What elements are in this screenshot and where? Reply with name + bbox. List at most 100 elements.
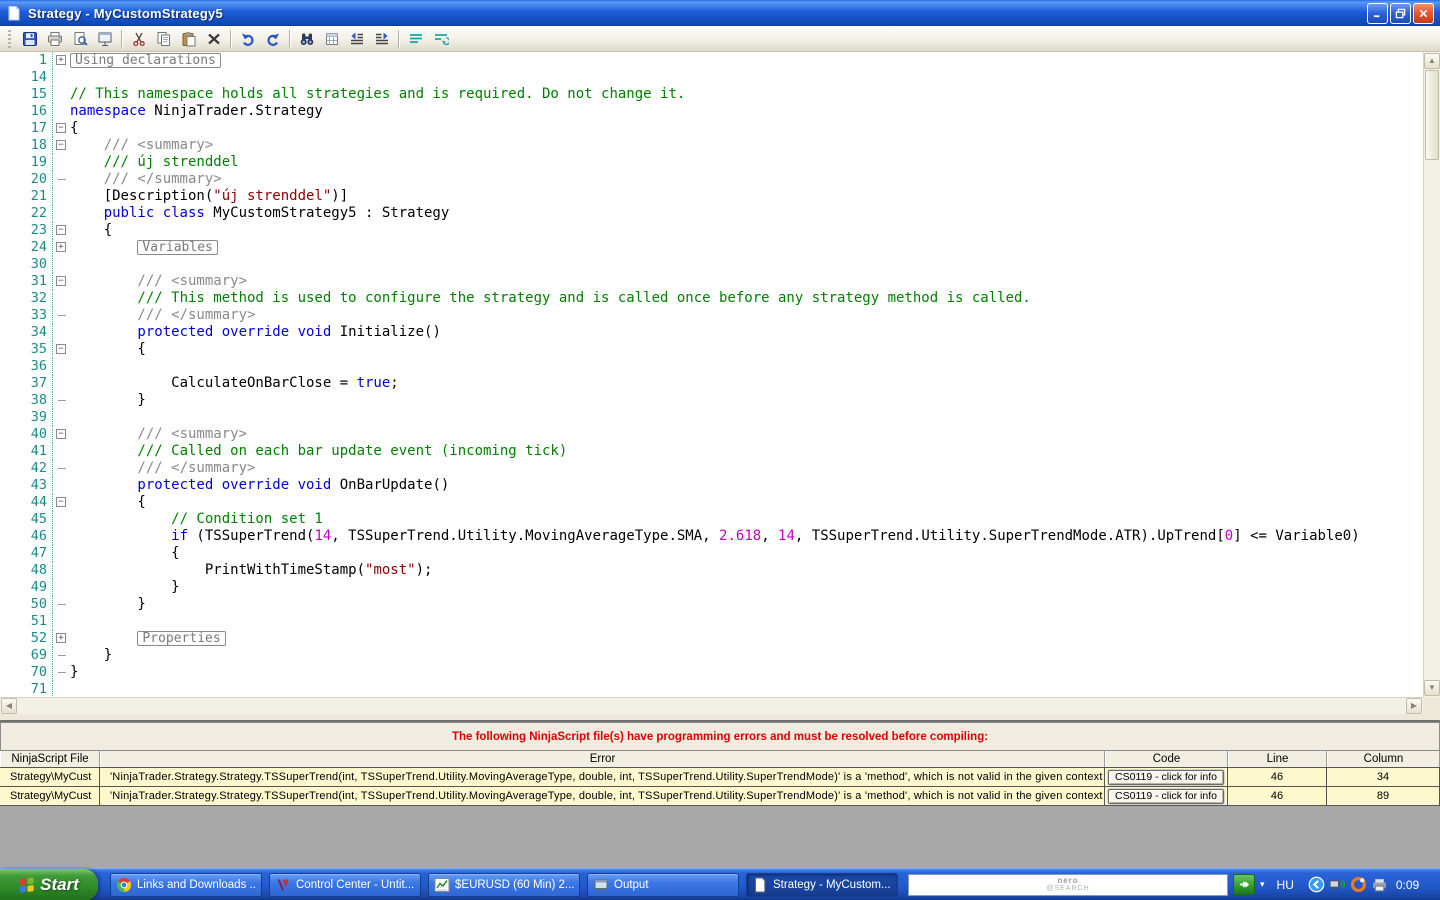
horizontal-scrollbar[interactable]: ◀ ▶ [0,697,1423,714]
code-line: 19 /// új strenddel [0,154,1423,171]
copy-button[interactable] [151,28,176,50]
fold-collapse-icon[interactable]: − [52,494,70,511]
error-line-cell: 46 [1228,768,1327,786]
find-button[interactable] [294,28,319,50]
fold-gutter [52,188,70,205]
clock[interactable]: 0:09 [1396,878,1431,892]
paste-button[interactable] [176,28,201,50]
vertical-scroll-thumb[interactable] [1425,70,1439,160]
taskbar-task[interactable]: Control Center - Untit... [269,872,421,897]
nero-agent-icon[interactable] [1350,876,1367,893]
outdent-button[interactable] [344,28,369,50]
fold-gutter [52,375,70,392]
code-text: /// Called on each bar update event (inc… [137,443,568,459]
code-text: [Description("új strenddel")] [103,188,349,204]
collapsed-region[interactable]: Using declarations [70,53,221,68]
fold-collapse-icon[interactable]: − [52,222,70,239]
line-number: 33 [30,307,47,323]
toolbar-grip[interactable] [8,29,11,48]
toolbar-buttons [17,28,453,50]
fold-collapse-icon[interactable]: − [52,273,70,290]
fold-expand-icon[interactable]: + [52,239,70,256]
fold-collapse-icon[interactable]: − [52,426,70,443]
fold-gutter [52,154,70,171]
error-code-button[interactable]: CS0119 - click for info [1108,769,1224,785]
delete-button[interactable] [201,28,226,50]
fold-gutter [52,511,70,528]
taskbar-task[interactable]: Output [587,872,739,897]
code-line: 37 CalculateOnBarClose = true; [0,375,1423,392]
error-code-cell: CS0119 - click for info [1105,768,1228,786]
search-go-button[interactable] [1233,874,1255,895]
code-line: 36 [0,358,1423,375]
fold-collapse-icon[interactable]: − [52,120,70,137]
undo-button[interactable] [235,28,260,50]
printer-icon[interactable] [1371,876,1388,893]
line-number: 42 [30,460,47,476]
fold-collapse-icon[interactable]: − [52,137,70,154]
cut-button[interactable] [126,28,151,50]
panel-splitter[interactable] [0,714,1440,722]
goto-line-button[interactable] [403,28,428,50]
column-header: Column [1327,751,1440,767]
fold-expand-icon[interactable]: + [52,630,70,647]
scroll-down-icon[interactable]: ▼ [1424,680,1440,696]
tray-icons [1308,876,1388,893]
line-number: 22 [30,205,47,221]
minimize-button[interactable] [1367,2,1388,24]
line-number: 24 [30,239,47,255]
toolbar-separator [398,29,399,48]
print-button[interactable] [42,28,67,50]
error-row[interactable]: Strategy\MyCust 'NinjaTrader.Strategy.Str… [0,768,1440,787]
scroll-left-icon[interactable]: ◀ [1,698,17,714]
close-button[interactable] [1413,2,1434,24]
output-window-icon [97,31,113,47]
fold-collapse-icon[interactable]: − [52,341,70,358]
indent-button[interactable] [369,28,394,50]
print-preview-button[interactable] [67,28,92,50]
copy-icon [156,31,172,47]
vertical-scrollbar[interactable]: ▲ ▼ [1423,52,1440,697]
code-text: /// This method is used to configure the… [137,290,1031,306]
output-window-button[interactable] [92,28,117,50]
collapsed-region[interactable]: Properties [137,631,226,646]
taskbar-task[interactable]: Links and Downloads ... [110,872,262,897]
indent-icon [374,31,390,47]
search-options-caret[interactable]: ▾ [1260,879,1265,890]
volume-icon[interactable] [1329,876,1346,893]
scrollbar-corner [1423,697,1440,714]
code-editor[interactable]: 1 + Using declarations 14 15// This namespac… [0,52,1440,714]
uncomment-button[interactable] [428,28,453,50]
code-line: 15 // This namespace holds all strategies… [0,86,1423,103]
scroll-up-icon[interactable]: ▲ [1424,53,1440,69]
taskbar-task[interactable]: Strategy - MyCustom... [746,872,898,897]
line-number: 48 [30,562,47,578]
fold-expand-icon[interactable]: + [52,52,70,69]
start-button[interactable]: Start [0,868,98,900]
fold-gutter [52,477,70,494]
search-input[interactable]: nero @SEARCH [908,873,1228,896]
code-line: 24 + Variables [0,239,1423,256]
save-button[interactable] [17,28,42,50]
hide-icons-icon[interactable] [1308,876,1325,893]
code-text: protected override void Initialize() [137,324,441,340]
code-line: 31− /// <summary> [0,273,1423,290]
line-number: 38 [30,392,47,408]
restore-button[interactable] [1390,2,1411,24]
error-row[interactable]: Strategy\MyCust 'NinjaTrader.Strategy.Str… [0,787,1440,806]
code-text: { [70,120,79,136]
insert-special-button[interactable] [319,28,344,50]
line-number: 36 [30,358,47,374]
scroll-right-icon[interactable]: ▶ [1406,698,1422,714]
error-code-button[interactable]: CS0119 - click for info [1108,788,1224,804]
line-number: 71 [30,681,47,697]
chrome-icon [116,877,132,893]
taskbar-task[interactable]: $EURUSD (60 Min) 2... [428,872,580,897]
language-indicator[interactable]: HU [1277,878,1294,892]
line-number: 30 [30,256,47,272]
line-number: 32 [30,290,47,306]
collapsed-region[interactable]: Variables [137,240,218,255]
line-number: 18 [30,137,47,153]
redo-button[interactable] [260,28,285,50]
